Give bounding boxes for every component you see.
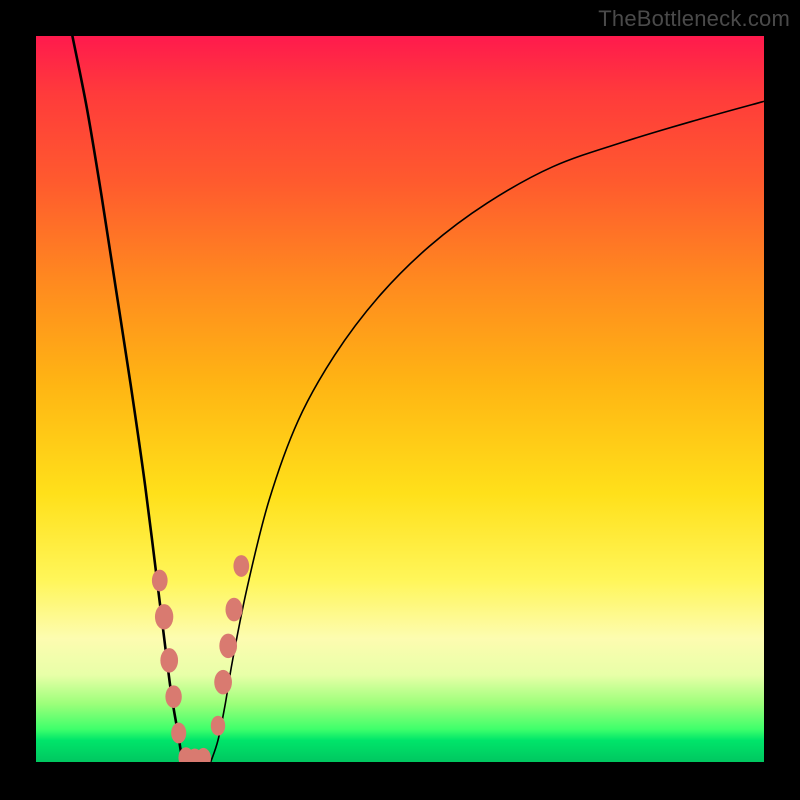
bead-marker xyxy=(155,604,173,629)
plot-area xyxy=(36,36,764,762)
watermark-text: TheBottleneck.com xyxy=(598,6,790,32)
curve-right-branch xyxy=(211,101,764,762)
bead-marker xyxy=(214,670,232,695)
bead-markers xyxy=(152,555,249,762)
bead-marker xyxy=(219,634,237,659)
bead-marker xyxy=(160,648,178,673)
chart-frame: TheBottleneck.com xyxy=(0,0,800,800)
bead-marker xyxy=(165,685,181,708)
bead-marker xyxy=(211,716,225,736)
bead-marker xyxy=(152,570,168,592)
bead-marker xyxy=(225,598,242,622)
curve-layer xyxy=(36,36,764,762)
bead-marker xyxy=(233,555,249,577)
bead-marker xyxy=(171,723,186,744)
